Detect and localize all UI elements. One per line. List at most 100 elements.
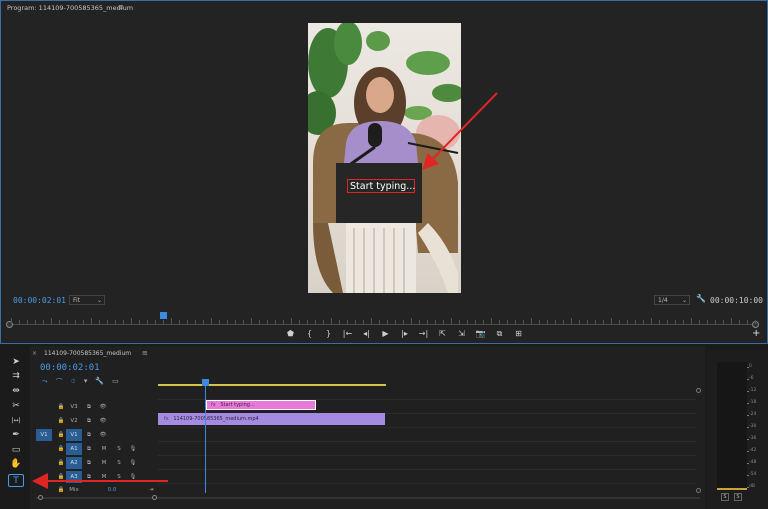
extract-icon[interactable]: ⇲ [452, 328, 471, 340]
go-to-out-icon[interactable]: →| [414, 328, 433, 340]
play-icon[interactable]: ▶ [376, 328, 395, 340]
pen-tool-icon[interactable]: ✒ [8, 429, 24, 442]
slip-tool-icon[interactable]: |↔| [8, 414, 24, 427]
text-cursor-box[interactable]: Start typing... [347, 179, 415, 193]
video-clip[interactable]: fx 114109-700585365_medium.mp4 [158, 413, 385, 425]
mic-icon[interactable]: 🎙 [128, 457, 138, 469]
track-name[interactable]: A3 [66, 471, 82, 483]
track-name[interactable]: V1 [66, 429, 82, 441]
video-frame[interactable]: Start typing... [308, 23, 461, 293]
lock-icon[interactable]: 🔒 [56, 415, 66, 427]
lock-icon[interactable]: 🔒 [56, 471, 66, 483]
sequence-tab[interactable]: 114109-700585365_medium [44, 350, 131, 357]
button-editor-icon[interactable]: ⧉ [490, 328, 509, 340]
eye-icon[interactable]: 👁 [98, 401, 108, 413]
track-name[interactable]: A2 [66, 457, 82, 469]
sync-lock-icon[interactable]: ⧉ [84, 429, 94, 441]
hand-tool-icon[interactable]: ✋ [8, 458, 24, 471]
solo-left-button[interactable]: S [721, 493, 729, 501]
rectangle-tool-icon[interactable]: ▭ [8, 444, 24, 457]
mic-icon[interactable]: 🎙 [128, 471, 138, 483]
lift-icon[interactable]: ⇱ [433, 328, 452, 340]
ripple-edit-tool-icon[interactable]: ⇹ [8, 385, 24, 398]
safe-margins-icon[interactable]: ⊞ [509, 328, 528, 340]
step-forward-icon[interactable]: |▸ [395, 328, 414, 340]
out-point-icon[interactable]: } [319, 328, 338, 340]
graphic-clip[interactable]: fx Start typing... [206, 400, 316, 410]
sync-lock-icon[interactable]: ⧉ [84, 471, 94, 483]
razor-tool-icon[interactable]: ✂ [8, 400, 24, 413]
track-name[interactable]: A1 [66, 443, 82, 455]
zoom-handle-right[interactable] [152, 495, 157, 500]
add-marker-icon[interactable]: ▾ [84, 377, 88, 387]
monitor-time-ruler[interactable] [6, 312, 759, 328]
selection-tool-icon[interactable]: ➤ [8, 356, 24, 369]
close-icon[interactable]: × [32, 350, 37, 357]
timeline-playhead[interactable] [202, 379, 209, 386]
lock-icon[interactable]: 🔒 [56, 443, 66, 455]
track-name[interactable]: V2 [68, 415, 80, 427]
playback-resolution-select[interactable]: 1/4 ⌄ [654, 295, 690, 305]
track-select-tool-icon[interactable]: ⇉ [8, 370, 24, 383]
lock-icon[interactable]: 🔒 [56, 401, 66, 413]
snap-icon[interactable]: ⌒ [56, 377, 63, 387]
go-to-in-icon[interactable]: |← [338, 328, 357, 340]
zoom-handle-left[interactable] [38, 495, 43, 500]
lane-v1[interactable] [158, 428, 696, 442]
ruler-tick [291, 318, 292, 324]
add-button[interactable]: + [752, 328, 760, 339]
mix-label: Mix [69, 487, 79, 493]
panel-menu-icon[interactable]: ≡ [142, 349, 148, 357]
program-monitor-title[interactable]: Program: 114109-700585365_medium [7, 4, 133, 12]
nest-icon[interactable]: ⤳ [42, 377, 48, 387]
ruler-tick [27, 320, 28, 324]
ruler-tick [107, 320, 108, 324]
solo-right-button[interactable]: S [734, 493, 742, 501]
type-tool-icon[interactable]: T [8, 474, 24, 487]
sync-lock-icon[interactable]: ⧉ [84, 457, 94, 469]
ruler-tick [587, 320, 588, 324]
meter-tick [747, 487, 749, 488]
panel-menu-icon[interactable]: ≡ [118, 3, 124, 11]
sync-lock-icon[interactable]: ⧉ [84, 443, 94, 455]
track-name[interactable]: V3 [68, 401, 80, 413]
lane-a2[interactable] [158, 456, 696, 470]
linked-selection-icon[interactable]: ⯐ [71, 377, 76, 387]
track-header-mix: 🔒 Mix 0.0 ⇥ [30, 483, 158, 497]
monitor-playhead[interactable] [160, 312, 167, 319]
lock-icon[interactable]: 🔒 [56, 484, 66, 496]
mute-button[interactable]: M [100, 457, 108, 469]
mute-button[interactable]: M [100, 471, 108, 483]
playhead-timecode[interactable]: 00:00:02:01 [13, 296, 66, 305]
lane-a1[interactable] [158, 442, 696, 456]
timeline-zoom-scrollbar[interactable] [36, 495, 700, 502]
marker-icon[interactable]: ⬟ [281, 328, 300, 340]
eye-icon[interactable]: 👁 [98, 415, 108, 427]
vertical-scroll-handle-bottom[interactable] [696, 488, 701, 493]
captions-icon[interactable]: ▭ [112, 377, 119, 387]
solo-button[interactable]: S [115, 457, 123, 469]
eye-icon[interactable]: 👁 [98, 429, 108, 441]
lock-icon[interactable]: 🔒 [56, 457, 66, 469]
sync-lock-icon[interactable]: ⧉ [84, 415, 94, 427]
zoom-level-select[interactable]: Fit ⌄ [69, 295, 105, 305]
mic-icon[interactable]: 🎙 [128, 443, 138, 455]
meter-label: 0 [749, 364, 752, 369]
mix-value[interactable]: 0.0 [106, 484, 118, 496]
in-point-icon[interactable]: { [300, 328, 319, 340]
sync-lock-icon[interactable]: ⧉ [84, 401, 94, 413]
solo-button[interactable]: S [115, 443, 123, 455]
lane-a3[interactable] [158, 470, 696, 484]
timeline-settings-icon[interactable]: 🔧 [95, 377, 104, 387]
lock-icon[interactable]: 🔒 [56, 429, 66, 441]
source-patch-v1[interactable]: V1 [36, 429, 52, 441]
video-overlay-text[interactable]: Start typing... [350, 180, 415, 193]
timeline-timecode[interactable]: 00:00:02:01 [40, 363, 100, 373]
vertical-scroll-handle-top[interactable] [696, 388, 701, 393]
step-back-icon[interactable]: ◂| [357, 328, 376, 340]
export-frame-icon[interactable]: 📷 [471, 328, 490, 340]
mute-button[interactable]: M [100, 443, 108, 455]
solo-button[interactable]: S [115, 471, 123, 483]
ruler-tick [315, 320, 316, 324]
settings-wrench-icon[interactable]: 🔧 [696, 294, 706, 303]
